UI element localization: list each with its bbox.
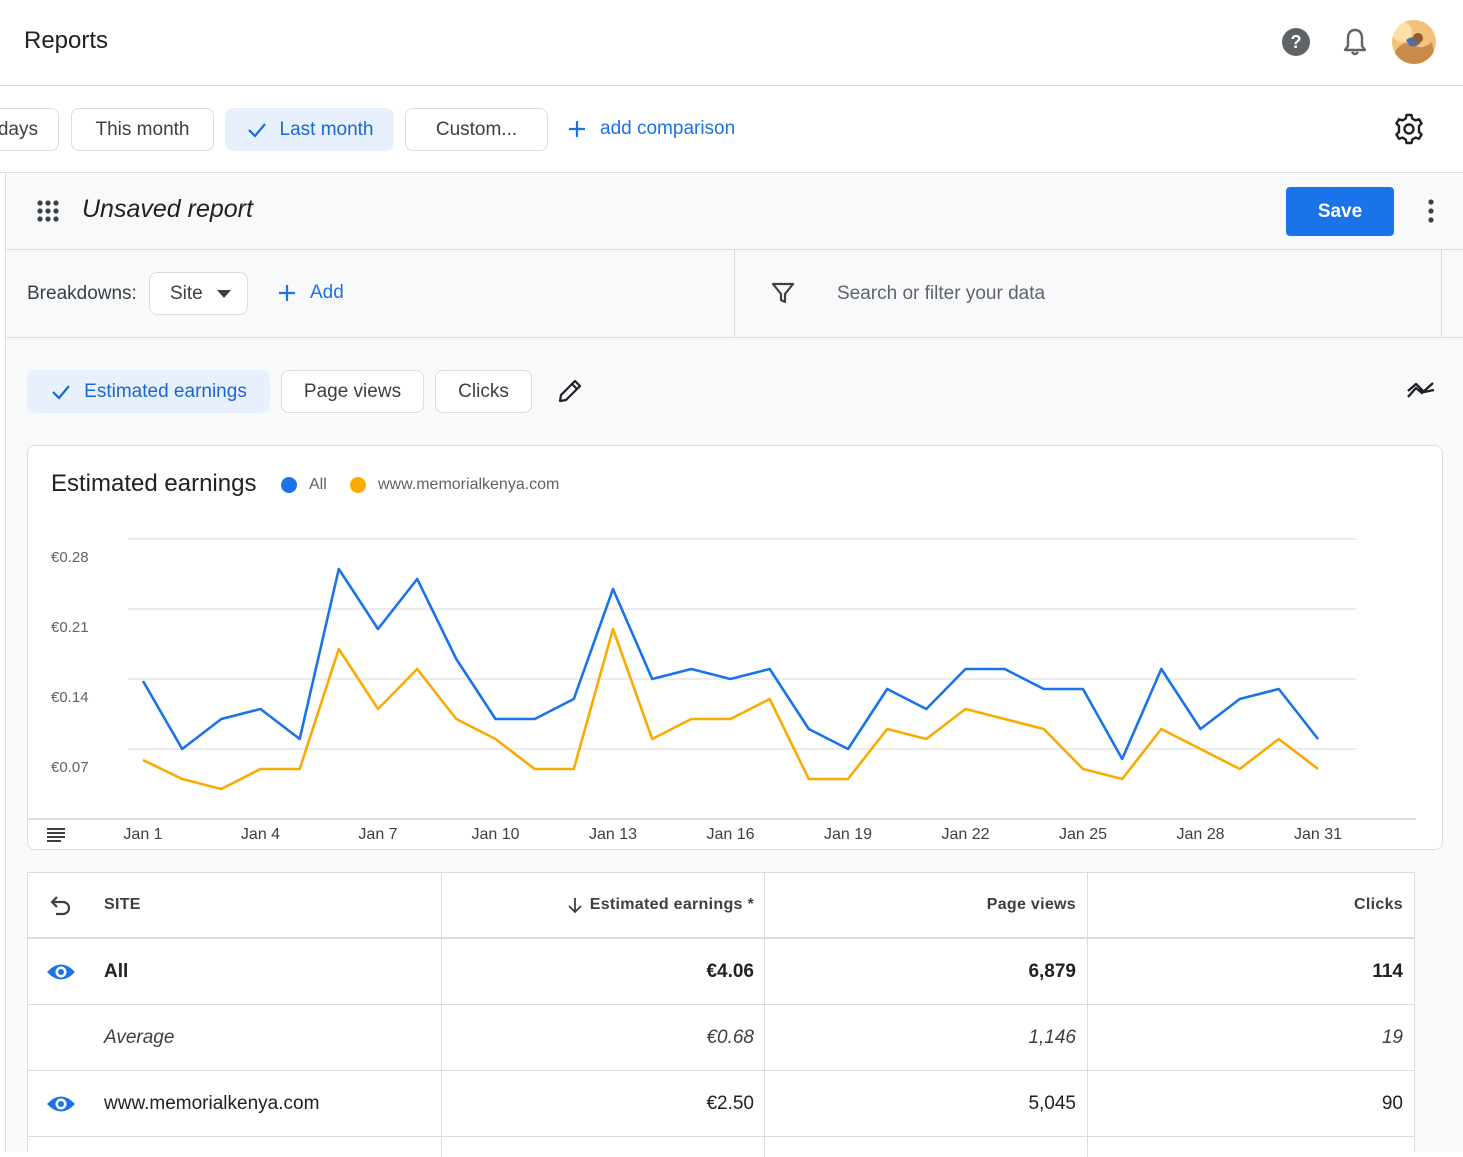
breakdown-value: Site [170,282,203,304]
y-tick-label: €0.28 [51,549,89,566]
y-tick-label: €0.07 [51,759,89,776]
more-vertical-icon[interactable] [1420,197,1442,230]
x-tick-label: Jan 28 [1176,826,1224,843]
add-breakdown-button[interactable]: Add [276,282,344,304]
trend-chart-icon[interactable] [1406,379,1436,408]
metric-label: Clicks [458,380,509,402]
x-tick-label: Jan 16 [706,826,754,843]
plus-icon [279,285,295,301]
caret-down-icon [217,290,231,298]
cell-site: www.memorialkenya.com [104,1092,320,1114]
date-chip-last-month[interactable]: Last month [225,108,394,151]
breakdown-dropdown[interactable]: Site [149,272,248,315]
x-tick-label: Jan 13 [589,826,637,843]
cell-page-views: 6,879 [1028,960,1076,982]
column-header-label: Estimated earnings * [589,896,754,913]
table-header-row: SITE Estimated earnings * Page views Cli… [28,873,1414,939]
breakdowns-label: Breakdowns: [27,283,137,304]
report-panel: Unsaved report Save Breakdowns: Site Add… [5,173,1463,1157]
save-button[interactable]: Save [1286,187,1394,236]
table-toggle-icon[interactable] [46,826,68,849]
date-chip-label: days [0,118,38,140]
cell-page-views: 1,146 [1028,1026,1076,1048]
check-icon [247,122,266,138]
bell-icon[interactable] [1335,22,1375,62]
date-chip-label: Last month [279,118,374,140]
report-name[interactable]: Unsaved report [82,195,253,224]
svg-text:?: ? [1291,32,1302,52]
date-range-bar: days This month Last month Custom... add… [0,86,1463,173]
chart-card: Estimated earnings All www.memorialkenya… [27,445,1443,850]
gear-icon[interactable] [1392,112,1426,151]
column-header-site[interactable]: SITE [104,873,141,937]
cell-site: All [104,960,129,982]
avatar[interactable] [1392,20,1436,64]
x-tick-label: Jan 1 [123,826,162,843]
cell-clicks: 90 [1381,1092,1403,1114]
metric-label: Page views [303,380,402,402]
add-comparison-button[interactable]: add comparison [566,118,735,140]
search-filter-input[interactable]: Search or filter your data [837,283,1045,305]
x-tick-label: Jan 4 [241,826,280,843]
x-tick-label: Jan 25 [1059,826,1107,843]
eye-icon[interactable] [46,1093,76,1120]
cell-site: Average [104,1026,175,1048]
grid-dots-icon[interactable] [36,199,60,228]
report-table: SITE Estimated earnings * Page views Cli… [27,872,1415,1157]
filter-icon[interactable] [770,280,796,311]
date-chip-days[interactable]: days [0,108,59,151]
add-label: Add [310,282,344,303]
date-chip-label: Custom... [435,118,518,140]
date-chip-label: This month [95,118,190,140]
column-header-page-views[interactable]: Page views [765,873,1076,937]
y-tick-label: €0.21 [51,619,89,636]
divider [734,250,735,338]
x-tick-label: Jan 22 [941,826,989,843]
cell-clicks: 114 [1372,960,1403,982]
breakdown-filter-bar: Breakdowns: Site Add Search or filter yo… [6,250,1463,338]
table-row: All €4.06 6,879 114 [28,939,1414,1005]
table-row-average: Average €0.68 1,146 19 [28,1005,1414,1071]
line-chart: €0.28 €0.21 €0.14 €0.07 Jan 1 Jan 4 Jan 7 Jan 1… [28,538,1416,843]
add-comparison-label: add comparison [600,118,736,139]
x-tick-label: Jan 31 [1294,826,1342,843]
x-tick-label: Jan 10 [471,826,519,843]
series-line-all[interactable] [141,567,1320,761]
report-header: Unsaved report Save [6,173,1463,250]
x-tick-label: Jan 7 [358,826,397,843]
cell-page-views: 5,045 [1028,1092,1076,1114]
plus-icon [569,121,585,137]
divider [1441,250,1442,338]
y-tick-label: €0.14 [51,689,89,706]
page-title: Reports [24,27,109,54]
date-chip-custom[interactable]: Custom... [405,108,548,151]
date-chip-this-month[interactable]: This month [71,108,214,151]
column-divider [1087,1137,1088,1157]
eye-icon[interactable] [46,961,76,988]
metric-label: Estimated earnings [84,380,247,402]
table-row [28,1137,1414,1157]
column-divider [441,1137,442,1157]
undo-icon[interactable] [48,893,72,922]
cell-earnings: €4.06 [706,960,754,982]
check-icon [52,384,71,400]
cell-clicks: 19 [1381,1026,1403,1048]
x-tick-label: Jan 19 [824,826,872,843]
metric-chip-estimated-earnings[interactable]: Estimated earnings [27,370,270,413]
top-app-bar: Reports ? [0,0,1463,86]
column-divider [764,1137,765,1157]
column-header-clicks[interactable]: Clicks [1088,873,1403,937]
cell-earnings: €0.68 [706,1026,754,1048]
column-header-estimated-earnings[interactable]: Estimated earnings * [442,873,754,937]
metric-chip-clicks[interactable]: Clicks [435,370,532,413]
arrow-down-icon [568,898,582,914]
help-icon[interactable]: ? [1276,22,1316,62]
table-row: www.memorialkenya.com €2.50 5,045 90 [28,1071,1414,1137]
metric-chip-page-views[interactable]: Page views [281,370,424,413]
pencil-icon[interactable] [556,377,584,410]
cell-earnings: €2.50 [706,1092,754,1114]
